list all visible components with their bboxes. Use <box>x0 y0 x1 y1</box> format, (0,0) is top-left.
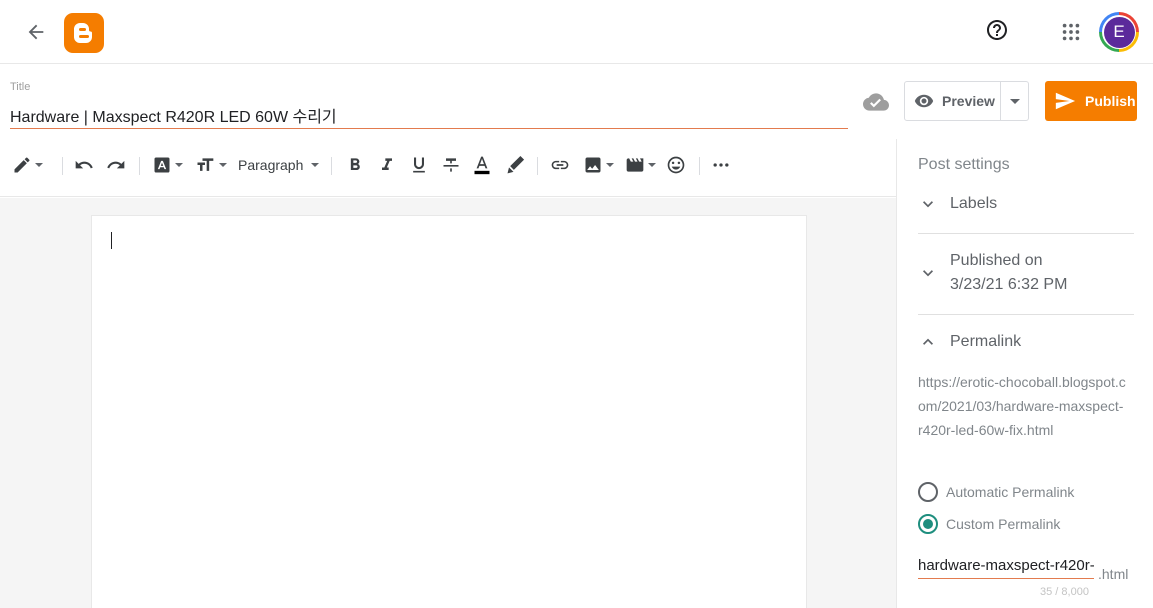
more-options-button[interactable] <box>711 153 731 177</box>
avatar-letter: E <box>1103 16 1135 48</box>
chevron-down-icon <box>219 163 227 167</box>
help-circle-icon <box>987 20 1007 40</box>
chevron-down-icon <box>923 201 933 208</box>
apps-button[interactable] <box>1057 18 1085 46</box>
preview-dropdown-button[interactable] <box>1001 82 1028 120</box>
post-settings-title: Post settings <box>918 156 1010 173</box>
preview-button[interactable]: Preview <box>905 82 1001 120</box>
toolbar-divider <box>537 157 538 175</box>
chevron-down-icon <box>648 163 656 167</box>
text-color-button[interactable] <box>472 153 492 177</box>
undo-icon <box>75 160 93 169</box>
pen-icon <box>14 157 30 173</box>
labels-section-toggle[interactable]: Labels <box>918 194 997 214</box>
link-icon <box>551 160 569 170</box>
published-datetime: 3/23/21 6:32 PM <box>950 276 1068 293</box>
cloud-done-icon <box>863 93 889 111</box>
section-divider <box>918 233 1134 234</box>
blogger-logo[interactable] <box>64 13 104 53</box>
compose-mode-button[interactable] <box>12 153 43 177</box>
permalink-section-label: Permalink <box>950 333 1022 350</box>
publish-label: Publish <box>1085 93 1136 109</box>
underline-icon <box>413 157 425 173</box>
avatar-ring: E <box>1102 15 1136 49</box>
toolbar-divider <box>331 157 332 175</box>
highlight-icon <box>507 155 525 174</box>
arrow-left-icon <box>28 24 44 40</box>
saved-status <box>862 88 890 116</box>
text-cursor <box>111 232 112 249</box>
video-icon <box>626 158 644 172</box>
blogger-b-icon <box>74 23 92 43</box>
editor-toolbar: Paragraph <box>0 141 896 197</box>
chevron-up-icon <box>923 338 933 345</box>
toolbar-divider <box>62 157 63 175</box>
toolbar-divider <box>699 157 700 175</box>
underline-button[interactable] <box>409 153 429 177</box>
account-avatar[interactable]: E <box>1099 12 1139 52</box>
permalink-url: https://erotic-chocoball.blogspot.com/20… <box>918 374 1126 438</box>
highlight-button[interactable] <box>505 153 525 177</box>
redo-button[interactable] <box>106 153 126 177</box>
eye-icon <box>914 94 934 108</box>
preview-button-group: Preview <box>904 81 1029 121</box>
apps-grid-icon <box>1062 23 1080 41</box>
image-icon <box>585 157 601 173</box>
section-divider <box>918 314 1134 315</box>
published-label: Published on <box>950 252 1043 269</box>
custom-permalink-label: Custom Permalink <box>946 516 1061 532</box>
published-date: Published on 3/23/21 6:32 PM <box>950 249 1067 297</box>
font-icon <box>154 157 170 173</box>
permalink-suffix: .html <box>1098 566 1129 582</box>
toolbar-divider <box>139 157 140 175</box>
publish-button[interactable]: Publish <box>1045 81 1137 121</box>
radio-checked-icon <box>918 514 938 534</box>
text-size-button[interactable] <box>194 153 227 177</box>
bold-icon <box>350 158 360 170</box>
back-button[interactable] <box>22 18 50 46</box>
emoji-icon <box>667 156 685 174</box>
paragraph-label: Paragraph <box>238 157 304 173</box>
preview-label: Preview <box>942 93 995 109</box>
bold-button[interactable] <box>345 153 365 177</box>
strikethrough-icon <box>443 158 459 172</box>
permalink-section-toggle[interactable]: Permalink <box>918 332 1021 352</box>
title-label: Title <box>10 81 31 93</box>
permalink-char-count: 35 / 8,000 <box>1040 586 1089 598</box>
insert-video-button[interactable] <box>625 153 656 177</box>
text-size-icon <box>197 158 214 171</box>
redo-icon <box>107 160 125 169</box>
paragraph-style-dropdown[interactable]: Paragraph <box>238 153 320 177</box>
radio-unchecked-icon <box>918 482 938 502</box>
top-app-bar: E <box>0 0 1153 64</box>
automatic-permalink-label: Automatic Permalink <box>946 484 1075 500</box>
help-button[interactable] <box>983 16 1011 44</box>
labels-section-label: Labels <box>950 195 998 212</box>
italic-button[interactable] <box>377 153 397 177</box>
font-button[interactable] <box>152 153 183 177</box>
more-icon <box>713 163 729 167</box>
title-input[interactable] <box>10 101 848 129</box>
custom-permalink-option[interactable]: Custom Permalink <box>918 514 1060 534</box>
italic-icon <box>382 158 392 170</box>
insert-image-button[interactable] <box>583 153 614 177</box>
published-section-toggle[interactable]: Published on 3/23/21 6:32 PM <box>918 249 1067 297</box>
chevron-down-icon <box>606 163 614 167</box>
undo-button[interactable] <box>74 153 94 177</box>
strikethrough-button[interactable] <box>441 153 461 177</box>
chevron-down-icon <box>35 163 43 167</box>
post-settings-panel: Post settings Labels Published on 3/23/2… <box>896 139 1153 608</box>
chevron-down-icon <box>311 163 320 167</box>
post-body-editor[interactable] <box>91 215 807 608</box>
chevron-down-icon <box>175 163 183 167</box>
chevron-down-icon <box>1009 98 1020 104</box>
custom-permalink-input[interactable] <box>918 553 1094 579</box>
emoji-button[interactable] <box>666 153 686 177</box>
text-color-icon <box>474 156 490 175</box>
link-button[interactable] <box>550 153 570 177</box>
send-icon <box>1055 92 1076 110</box>
chevron-down-icon <box>923 270 933 277</box>
automatic-permalink-option[interactable]: Automatic Permalink <box>918 482 1074 502</box>
